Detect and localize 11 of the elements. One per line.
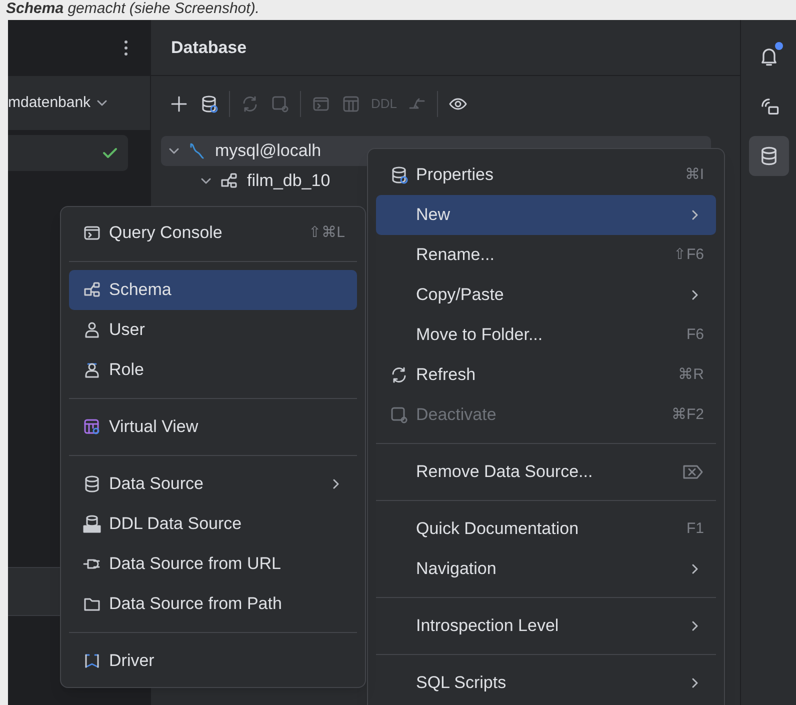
shortcut-label: F1 xyxy=(686,518,704,539)
tree-label: film_db_10 xyxy=(247,170,330,192)
shortcut-label: ⇧F6 xyxy=(673,244,704,265)
panel-title: Database xyxy=(171,36,247,59)
caption-text: Schema gemacht (siehe Screenshot). xyxy=(5,0,260,19)
shortcut-label: ⇧⌘L xyxy=(308,222,345,243)
shortcut-label: ⌘F2 xyxy=(671,404,704,425)
shortcut-label: ⌘I xyxy=(684,164,704,185)
shortcut-label: ⌘R xyxy=(678,364,704,385)
tree-label: mysql@localh xyxy=(215,140,322,162)
shortcut-label: F6 xyxy=(686,324,704,345)
